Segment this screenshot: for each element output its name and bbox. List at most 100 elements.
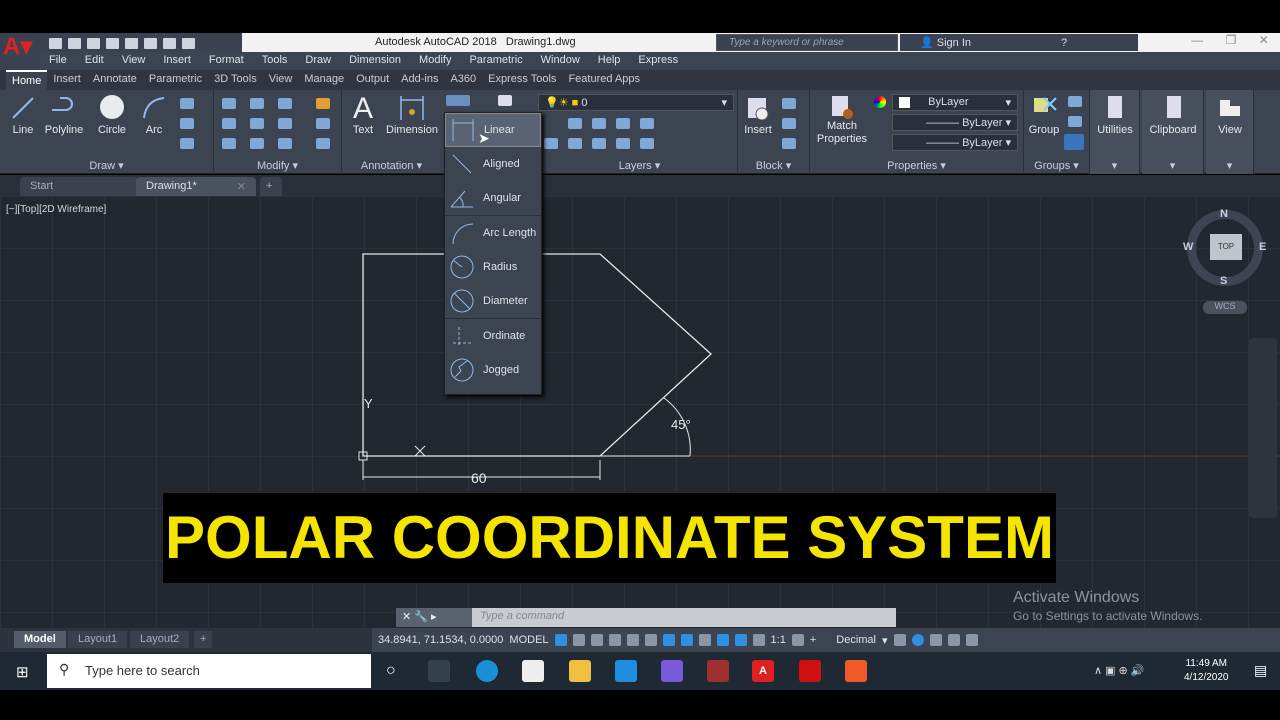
rectangle-icon[interactable] xyxy=(180,98,194,109)
menu-item-angular[interactable]: Angular xyxy=(445,181,541,215)
file-explorer-icon[interactable] xyxy=(569,660,591,682)
properties-panel-title[interactable]: Properties ▾ xyxy=(810,159,1023,172)
object-snap-tracking-icon[interactable] xyxy=(644,634,657,646)
dim-style-dropdown-icon[interactable] xyxy=(446,95,470,106)
hatch-icon[interactable] xyxy=(180,118,194,129)
command-line-tools[interactable]: ✕ 🔧 ▸ xyxy=(396,608,472,627)
snap-icon[interactable] xyxy=(572,634,585,646)
menu-window[interactable]: Window xyxy=(532,52,589,70)
layers-panel-title[interactable]: Layers ▾ xyxy=(542,159,737,172)
tab-express-tools[interactable]: Express Tools xyxy=(482,70,562,90)
menu-item-linear[interactable]: Linear xyxy=(445,113,541,147)
menu-item-aligned[interactable]: Aligned xyxy=(445,147,541,181)
navigation-bar[interactable] xyxy=(1249,338,1277,518)
sign-in-button[interactable]: 👤 Sign In? xyxy=(900,34,1138,51)
clean-screen-icon[interactable] xyxy=(947,634,960,646)
selection-cycling-icon[interactable] xyxy=(716,634,729,646)
lineweight-dropdown[interactable]: ——— ByLayer ▾ xyxy=(892,134,1018,151)
rotate-icon[interactable] xyxy=(250,98,264,109)
block-panel-title[interactable]: Block ▾ xyxy=(738,159,809,172)
add-layout-button[interactable]: + xyxy=(194,631,213,648)
compass-north[interactable]: N xyxy=(1220,208,1228,220)
gradient-icon[interactable] xyxy=(180,138,194,149)
taskbar-search-input[interactable]: ⚲ Type here to search xyxy=(47,654,371,688)
menu-tools[interactable]: Tools xyxy=(253,52,297,70)
view-panel[interactable]: View ▾ xyxy=(1206,90,1254,174)
close-icon[interactable]: ✕ xyxy=(237,180,246,193)
tab-parametric[interactable]: Parametric xyxy=(143,70,208,90)
menu-edit[interactable]: Edit xyxy=(76,52,113,70)
wrench-icon[interactable]: 🔧 xyxy=(414,611,428,623)
quick-properties-icon[interactable] xyxy=(893,634,906,646)
camtasia-icon[interactable] xyxy=(845,660,867,682)
menu-view[interactable]: View xyxy=(113,52,155,70)
auto-scale-icon[interactable] xyxy=(752,634,765,646)
grid-icon[interactable] xyxy=(554,634,567,646)
tab-featured-apps[interactable]: Featured Apps xyxy=(562,70,646,90)
tab-layout2[interactable]: Layout2 xyxy=(130,631,190,648)
tab-a360[interactable]: A360 xyxy=(444,70,482,90)
trim-icon[interactable] xyxy=(278,98,292,109)
menu-modify[interactable]: Modify xyxy=(410,52,460,70)
group-edit-icon[interactable] xyxy=(1068,116,1082,127)
wcs-menu[interactable]: WCS xyxy=(1203,301,1247,314)
group-selection-icon[interactable] xyxy=(1064,134,1084,150)
search-input[interactable]: Type a keyword or phrase xyxy=(716,34,898,51)
windows-start-icon[interactable]: ⊞ xyxy=(16,663,29,681)
clock[interactable]: 11:49 AM 4/12/2020 xyxy=(1184,657,1229,685)
compass-west[interactable]: W xyxy=(1183,241,1193,253)
tab-insert[interactable]: Insert xyxy=(47,70,87,90)
prompt-icon[interactable]: ▸ xyxy=(431,611,437,623)
menu-help[interactable]: Help xyxy=(589,52,630,70)
mirror-icon[interactable] xyxy=(250,118,264,129)
layer-properties-icon[interactable] xyxy=(498,95,512,106)
tab-output[interactable]: Output xyxy=(350,70,395,90)
close-icon[interactable]: ✕ xyxy=(1259,33,1269,52)
erase-icon[interactable] xyxy=(316,98,330,109)
explode-icon[interactable] xyxy=(316,118,330,129)
customize-icon[interactable] xyxy=(965,634,978,646)
isolate-icon[interactable] xyxy=(911,634,924,646)
annotation-visibility-icon[interactable] xyxy=(734,634,747,646)
model-space-button[interactable]: MODEL xyxy=(509,634,548,646)
autocad-logo-icon[interactable]: A▾ xyxy=(3,34,39,60)
autocad-taskbar-icon[interactable]: A xyxy=(752,660,774,682)
tab-view[interactable]: View xyxy=(263,70,299,90)
workspace-gear-icon[interactable] xyxy=(791,634,804,646)
attribute-icon[interactable] xyxy=(782,138,796,149)
tab-home[interactable]: Home xyxy=(6,70,48,90)
color-dropdown[interactable]: ByLayer ▾ xyxy=(892,94,1018,111)
object-snap-icon[interactable] xyxy=(662,634,675,646)
annotation-panel-title[interactable]: Annotation ▾ xyxy=(342,159,441,172)
viewcube-top[interactable]: TOP xyxy=(1210,234,1242,260)
line-tool[interactable]: Line xyxy=(8,94,38,136)
tab-drawing1[interactable]: Drawing1* ✕ xyxy=(136,177,256,196)
dynamic-ucs-icon[interactable] xyxy=(680,634,693,646)
match-properties-tool[interactable]: Match Properties xyxy=(814,94,870,146)
task-view-icon[interactable] xyxy=(428,660,450,682)
menu-file[interactable]: File xyxy=(40,52,76,70)
utilities-panel[interactable]: Utilities ▾ xyxy=(1090,90,1140,174)
help-icon[interactable]: ? xyxy=(1061,37,1067,49)
menu-format[interactable]: Format xyxy=(200,52,253,70)
acrobat-icon[interactable] xyxy=(799,660,821,682)
polar-icon[interactable] xyxy=(608,634,621,646)
menu-insert[interactable]: Insert xyxy=(154,52,200,70)
cortana-icon[interactable]: ○ xyxy=(386,662,396,680)
menu-express[interactable]: Express xyxy=(629,52,687,70)
ungroup-icon[interactable] xyxy=(1068,96,1082,107)
tab-layout1[interactable]: Layout1 xyxy=(68,631,128,648)
circle-tool[interactable]: Circle xyxy=(94,94,130,136)
layer-tool-icon[interactable] xyxy=(592,138,606,149)
layer-tool-icon[interactable] xyxy=(640,118,654,129)
store-icon[interactable] xyxy=(522,660,544,682)
tab-annotate[interactable]: Annotate xyxy=(87,70,143,90)
units-dropdown[interactable]: Decimal xyxy=(836,634,876,646)
coordinates-readout[interactable]: 34.8941, 71.1534, 0.0000 xyxy=(378,634,503,646)
layer-tool-icon[interactable] xyxy=(616,118,630,129)
layer-tool-icon[interactable] xyxy=(568,118,582,129)
system-tray-icons[interactable]: ∧ ▣ ⊕ 🔊 xyxy=(1094,664,1145,677)
modify-panel-title[interactable]: Modify ▾ xyxy=(214,159,341,172)
notifications-icon[interactable]: ▤ xyxy=(1254,662,1267,679)
menu-item-diameter[interactable]: Diameter xyxy=(445,284,541,318)
